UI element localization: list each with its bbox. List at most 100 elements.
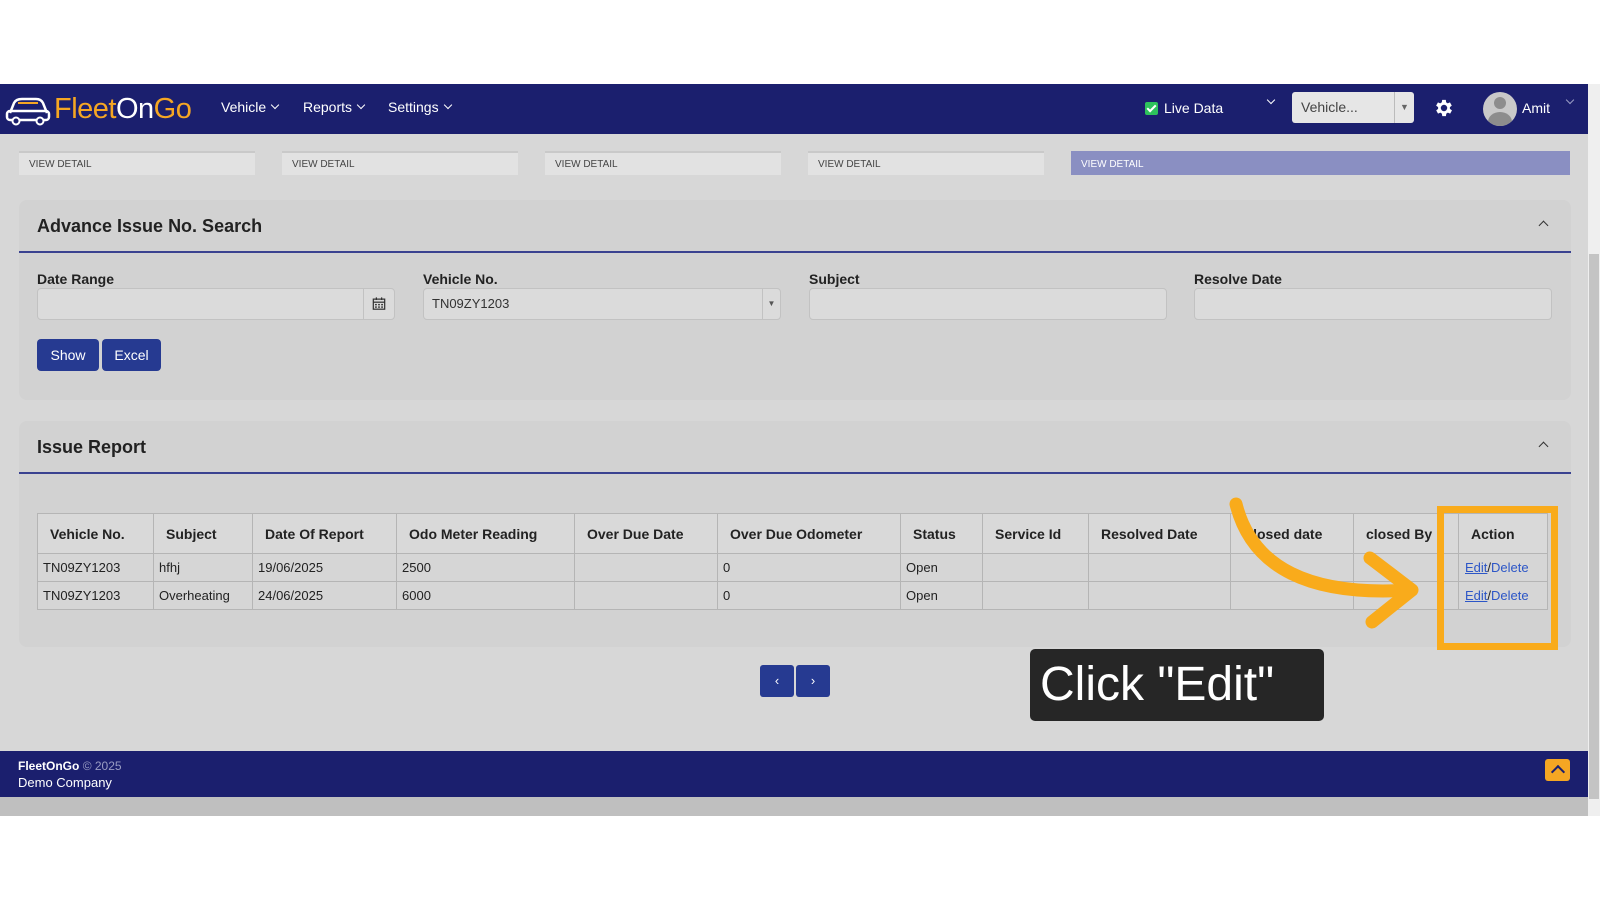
panel-title: Issue Report [37,437,147,457]
gear-icon[interactable] [1433,97,1455,119]
resolve-date-label: Resolve Date [1194,271,1282,287]
column-header[interactable]: Over Due Odometer [717,513,901,554]
vehicle-no-value: TN09ZY1203 [432,296,510,311]
live-data-toggle[interactable]: Live Data [1145,100,1223,116]
cell-vehicle-no: TN09ZY1203 [37,553,154,582]
brand-part-on: On [115,92,154,125]
chevron-down-icon [443,100,452,110]
view-detail-link[interactable]: VIEW DETAIL [19,151,255,175]
chevron-down-icon[interactable] [1565,95,1575,105]
column-header[interactable]: Date Of Report [252,513,397,554]
brand-name: FleetOnGo [54,92,192,126]
vehicle-select[interactable]: Vehicle... ▼ [1292,92,1414,123]
cell-status: Open [900,553,983,582]
show-button[interactable]: Show [37,339,99,371]
footer: FleetOnGo © 2025 Demo Company [0,751,1588,797]
cell-subject: hfhj [153,553,253,582]
nav-menu-label: Settings [388,99,439,115]
pagination-prev-button[interactable]: ‹ [760,665,794,697]
horizontal-scrollbar[interactable] [0,797,1588,816]
panel-header: Issue Report [19,421,1571,474]
brand-logo[interactable]: FleetOnGo [4,91,192,127]
view-detail-link[interactable]: VIEW DETAIL [545,151,781,175]
cell-over-due-odo: 0 [717,581,901,610]
user-name[interactable]: Amit [1522,100,1550,116]
chevron-down-icon [356,100,366,110]
column-header[interactable]: Vehicle No. [37,513,154,554]
chevron-right-icon: › [810,673,816,688]
cell-service-id [982,553,1089,582]
cell-date-of-report: 19/06/2025 [252,553,397,582]
car-icon [5,97,51,126]
view-detail-label: VIEW DETAIL [292,159,355,170]
brand-part-go: Go [153,92,192,125]
chevron-down-icon[interactable] [1266,95,1276,105]
highlight-box [1437,506,1558,650]
column-header[interactable]: Status [900,513,983,554]
dropdown-arrow-icon[interactable]: ▼ [1394,92,1414,123]
nav-menu-label: Reports [303,99,353,115]
vehicle-no-select[interactable]: TN09ZY1203 ▼ [423,288,781,320]
subject-label: Subject [809,271,860,287]
nav-menu-settings[interactable]: Settings [388,99,452,115]
scroll-to-top-button[interactable] [1545,759,1570,781]
show-button-label: Show [50,347,86,363]
column-header[interactable]: Subject [153,513,253,554]
excel-button-label: Excel [114,347,149,363]
view-detail-label: VIEW DETAIL [818,159,881,170]
panel-title: Advance Issue No. Search [37,216,263,236]
view-detail-label: VIEW DETAIL [1081,159,1144,170]
column-header[interactable]: Service Id [982,513,1089,554]
chevron-left-icon: ‹ [774,673,780,688]
cell-over-due-date [574,553,718,582]
column-header[interactable]: Resolved Date [1088,513,1231,554]
chevron-down-icon [270,100,280,110]
app-frame: FleetOnGo Vehicle Reports Settings Live … [0,84,1600,816]
view-detail-link-active[interactable]: VIEW DETAIL [1071,151,1570,175]
pointer-arrow-icon [1229,497,1419,629]
vehicle-no-label: Vehicle No. [423,271,498,287]
panel-header: Advance Issue No. Search [19,200,1571,253]
vertical-scrollbar[interactable] [1588,84,1600,816]
live-data-label: Live Data [1164,100,1224,116]
column-header[interactable]: Over Due Date [574,513,718,554]
cell-subject: Overheating [153,581,253,610]
avatar[interactable] [1483,92,1517,126]
instruction-text: Click "Edit" [1040,658,1275,711]
cell-service-id [982,581,1089,610]
cell-resolved-date [1088,553,1231,582]
date-range-input[interactable] [37,288,395,320]
resolve-date-input[interactable] [1194,288,1552,320]
instruction-tooltip: Click "Edit" [1030,649,1324,721]
view-detail-link[interactable]: VIEW DETAIL [808,151,1044,175]
checkbox-checked-icon[interactable] [1145,101,1158,115]
subject-input[interactable] [809,288,1167,320]
view-detail-link[interactable]: VIEW DETAIL [282,151,518,175]
calendar-icon[interactable] [363,289,394,319]
excel-button[interactable]: Excel [102,339,161,371]
vehicle-select-value: Vehicle... [1301,99,1358,115]
pagination-next-button[interactable]: › [796,665,830,697]
column-header[interactable]: Odo Meter Reading [396,513,575,554]
advance-search-panel: Advance Issue No. Search Date Range Vehi… [19,200,1571,400]
footer-company: Demo Company [18,775,112,790]
cell-odo: 6000 [396,581,575,610]
chevron-up-icon[interactable] [1538,441,1549,452]
cell-date-of-report: 24/06/2025 [252,581,397,610]
chevron-up-icon[interactable] [1538,220,1549,231]
nav-menu-reports[interactable]: Reports [303,99,366,115]
view-detail-label: VIEW DETAIL [29,159,92,170]
cell-over-due-date [574,581,718,610]
footer-brand: FleetOnGo [18,759,80,773]
cell-odo: 2500 [396,553,575,582]
nav-menu-label: Vehicle [221,99,267,115]
cell-status: Open [900,581,983,610]
date-range-label: Date Range [37,271,115,287]
top-navbar: FleetOnGo Vehicle Reports Settings Live … [0,84,1588,134]
brand-part-fleet: Fleet [54,92,116,125]
cell-over-due-odo: 0 [717,553,901,582]
dropdown-arrow-icon[interactable]: ▼ [762,289,780,319]
nav-menu-vehicle[interactable]: Vehicle [221,99,280,115]
footer-year: © 2025 [82,759,122,773]
scrollbar-thumb[interactable] [1589,254,1599,799]
